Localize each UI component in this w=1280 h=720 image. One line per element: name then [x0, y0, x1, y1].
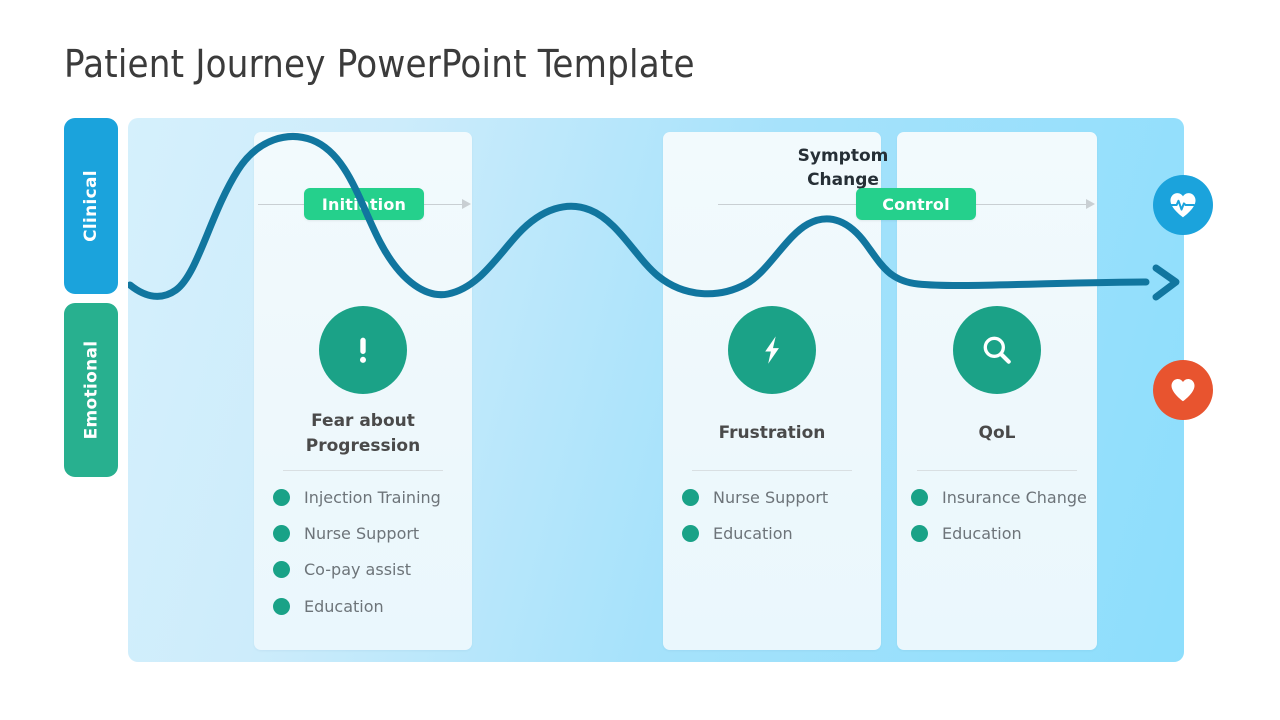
- list-item: Education: [273, 595, 463, 618]
- bullet-dot-icon: [911, 489, 928, 506]
- bullet-label: Insurance Change: [942, 488, 1087, 507]
- stage-badge-control[interactable]: Control: [856, 188, 976, 220]
- stage-1-heading-line-1: Fear about: [311, 411, 415, 431]
- stage-3-bullet-list: Insurance Change Education: [911, 486, 1091, 558]
- symptom-change-annotation: Symptom Change: [758, 144, 928, 192]
- stage-2-heading: Frustration: [663, 421, 881, 446]
- stage-badge-initiation[interactable]: Initiation: [304, 188, 424, 220]
- stage-2-icon-circle: [728, 306, 816, 394]
- stage-2-bullet-list: Nurse Support Education: [682, 486, 872, 558]
- stage-2-divider: [692, 470, 852, 471]
- timeline-arrowhead-1-icon: [462, 199, 471, 209]
- bullet-label: Injection Training: [304, 488, 441, 507]
- bullet-dot-icon: [273, 489, 290, 506]
- list-item: Education: [911, 522, 1091, 545]
- page-title: Patient Journey PowerPoint Template: [64, 42, 695, 86]
- timeline-arrowhead-2-icon: [1086, 199, 1095, 209]
- stage-2-heading-line-1: Frustration: [718, 423, 826, 443]
- list-item: Insurance Change: [911, 486, 1091, 509]
- bolt-icon: [765, 336, 779, 364]
- bullet-dot-icon: [682, 489, 699, 506]
- stage-1-divider: [283, 470, 443, 471]
- journey-panel: Symptom Change Initiation Control Fear a…: [128, 118, 1184, 662]
- bullet-label: Education: [942, 524, 1022, 544]
- bullet-label: Education: [713, 524, 793, 544]
- stage-1-bullet-list: Injection Training Nurse Support Co-pay …: [273, 486, 463, 631]
- heartbeat-icon: [1170, 193, 1196, 218]
- side-icon-emotional[interactable]: [1153, 360, 1213, 420]
- list-item: Nurse Support: [682, 486, 872, 509]
- heart-icon: [1171, 379, 1195, 402]
- stage-3-heading: QoL: [897, 421, 1097, 446]
- bullet-dot-icon: [273, 597, 290, 615]
- stage-1-icon-circle: [319, 306, 407, 394]
- bullet-dot-icon: [911, 525, 928, 543]
- list-item: Education: [682, 522, 872, 545]
- stage-3-icon-circle: [953, 306, 1041, 394]
- bullet-label: Co-pay assist: [304, 560, 412, 580]
- axis-label-clinical-text: Clinical: [81, 170, 101, 242]
- bullet-label: Nurse Support: [304, 524, 420, 544]
- side-icon-clinical[interactable]: [1153, 175, 1213, 235]
- bullet-label: Education: [304, 596, 384, 616]
- list-item: Nurse Support: [273, 522, 463, 545]
- exclamation-icon: [359, 337, 367, 363]
- stage-3-divider: [917, 470, 1077, 471]
- bullet-dot-icon: [273, 561, 290, 579]
- axis-label-clinical: Clinical: [64, 118, 118, 294]
- magnifier-icon: [983, 336, 1011, 364]
- stage-1-heading: Fear about Progression: [254, 409, 472, 459]
- axis-label-emotional-text: Emotional: [81, 340, 101, 440]
- bullet-dot-icon: [273, 525, 290, 543]
- stage-1-heading-line-2: Progression: [305, 436, 421, 457]
- list-item: Injection Training: [273, 486, 463, 509]
- axis-label-emotional: Emotional: [64, 303, 118, 477]
- bullet-dot-icon: [682, 525, 699, 543]
- list-item: Co-pay assist: [273, 558, 463, 581]
- symptom-change-line-1: Symptom: [797, 146, 889, 166]
- stage-3-heading-line-1: QoL: [978, 423, 1016, 443]
- bullet-label: Nurse Support: [713, 488, 829, 507]
